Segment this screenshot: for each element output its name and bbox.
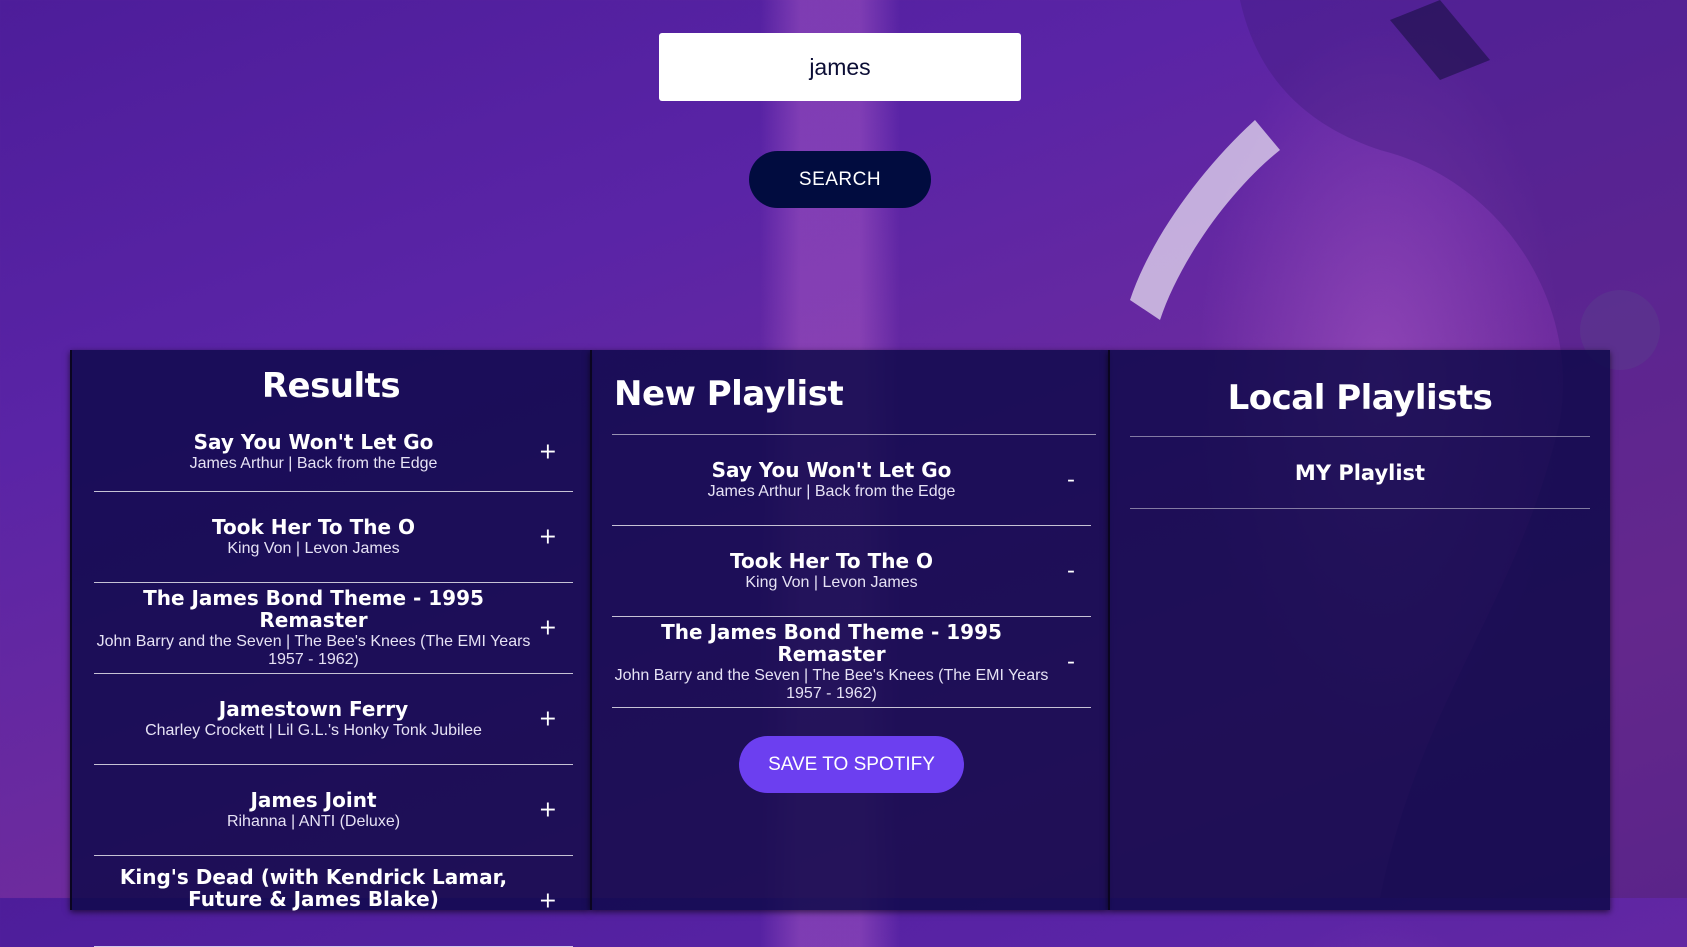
track-name: Say You Won't Let Go: [711, 458, 952, 482]
remove-track-button[interactable]: -: [1061, 559, 1081, 584]
result-track: Jamestown Ferry Charley Crockett | Lil G…: [94, 674, 573, 765]
results-title: Results: [261, 366, 401, 406]
result-track: King's Dead (with Kendrick Lamar, Future…: [94, 856, 573, 947]
remove-track-button[interactable]: -: [1061, 468, 1081, 493]
track-name: Took Her To The O: [212, 515, 415, 539]
track-name: King's Dead (with Kendrick Lamar, Future…: [119, 865, 508, 911]
local-playlists-panel: Local Playlists MY Playlist: [1108, 350, 1610, 910]
search-button[interactable]: SEARCH: [749, 151, 931, 208]
track-name: Say You Won't Let Go: [193, 429, 434, 454]
add-track-button[interactable]: +: [533, 707, 563, 732]
results-panel: Results Say You Won't Let Go James Arthu…: [70, 350, 590, 947]
track-artist-album: John Barry and the Seven | The Bee's Kne…: [96, 633, 531, 668]
track-artist-album: James Arthur | Back from the Edge: [189, 454, 438, 472]
new-playlist-panel: New Playlist Say You Won't Let Go James …: [590, 350, 1108, 910]
playlist-title: New Playlist: [614, 374, 844, 414]
track-name: The James Bond Theme - 1995 Remaster: [143, 586, 484, 632]
result-track: James Joint Rihanna | ANTI (Deluxe) +: [94, 765, 573, 856]
save-to-spotify-button[interactable]: SAVE TO SPOTIFY: [739, 736, 964, 793]
remove-track-button[interactable]: -: [1061, 650, 1081, 675]
playlist-track: Took Her To The O King Von | Levon James…: [612, 526, 1091, 617]
search-input[interactable]: [659, 33, 1021, 101]
track-name: James Joint: [250, 788, 377, 812]
track-name: The James Bond Theme - 1995 Remaster: [661, 620, 1002, 666]
track-artist-album: Rihanna | ANTI (Deluxe): [226, 813, 401, 830]
add-track-button[interactable]: +: [533, 889, 563, 914]
local-playlist-item[interactable]: MY Playlist: [1130, 437, 1590, 509]
add-track-button[interactable]: +: [533, 616, 563, 641]
track-artist-album: King Von | Levon James: [745, 574, 918, 591]
track-artist-album: Charley Crockett | Lil G.L.'s Honky Tonk…: [145, 722, 482, 739]
track-artist-album: James Arthur | Back from the Edge: [707, 483, 956, 500]
result-track: Took Her To The O King Von | Levon James…: [94, 492, 573, 583]
playlist-track: Say You Won't Let Go James Arthur | Back…: [612, 435, 1091, 526]
add-track-button[interactable]: +: [533, 525, 563, 550]
track-name: Took Her To The O: [730, 549, 933, 573]
playlist-track: The James Bond Theme - 1995 Remaster Joh…: [612, 617, 1091, 708]
search-bar: [659, 33, 1021, 101]
track-artist-album: John Barry and the Seven | The Bee's Kne…: [614, 667, 1049, 702]
result-track: Say You Won't Let Go James Arthur | Back…: [94, 412, 573, 492]
track-artist-album: King Von | Levon James: [227, 540, 400, 557]
add-track-button[interactable]: +: [533, 798, 563, 823]
local-playlists-title: Local Playlists: [1227, 378, 1493, 418]
add-track-button[interactable]: +: [533, 439, 563, 464]
track-name: Jamestown Ferry: [218, 697, 409, 721]
result-track: The James Bond Theme - 1995 Remaster Joh…: [94, 583, 573, 674]
